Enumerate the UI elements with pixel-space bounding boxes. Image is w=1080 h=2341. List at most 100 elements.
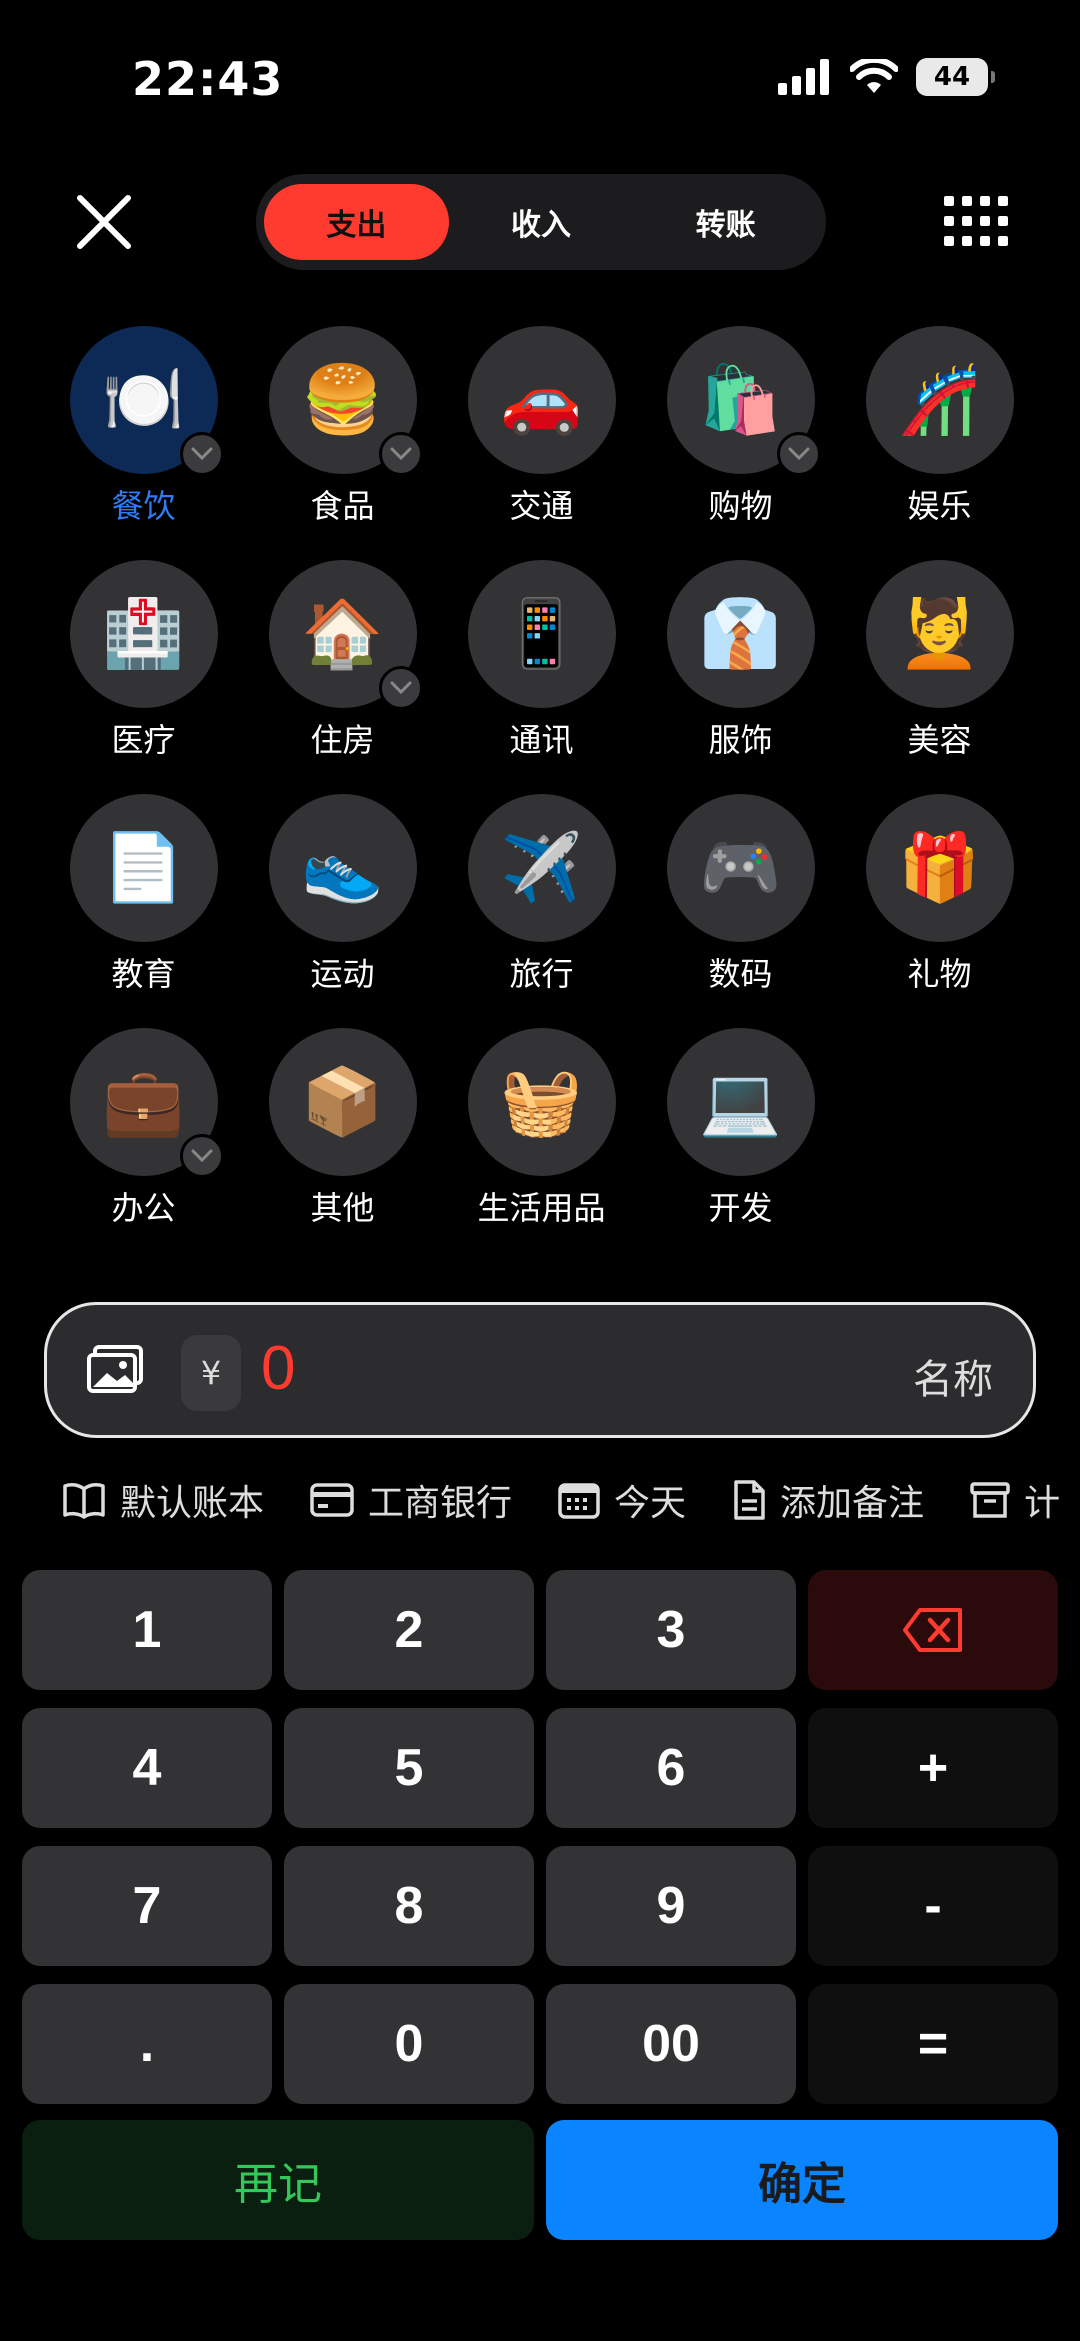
category-icon: 💼: [69, 1028, 224, 1178]
date-option[interactable]: 今天: [558, 1472, 686, 1528]
amount-value: 0: [261, 1334, 296, 1403]
category-emoji-icon: 👔: [699, 595, 782, 672]
chevron-down-icon[interactable]: [179, 1134, 224, 1178]
category-item[interactable]: 📦 其他: [243, 1028, 442, 1228]
key-00[interactable]: 00: [546, 1984, 796, 2104]
category-emoji-icon: 🚗: [500, 361, 583, 438]
category-emoji-icon: 📱: [500, 595, 583, 672]
category-emoji-icon: 📄: [102, 829, 185, 906]
category-item[interactable]: 💻 开发: [641, 1028, 840, 1228]
chevron-down-icon[interactable]: [378, 666, 423, 710]
type-segmented-control: 支出 收入 转账: [256, 174, 826, 270]
key-6[interactable]: 6: [546, 1708, 796, 1828]
options-row: 默认账本 工商银行 今天 添加备注 计: [62, 1472, 1080, 1528]
category-emoji-icon: 🏥: [102, 595, 185, 672]
key-minus[interactable]: -: [808, 1846, 1058, 1966]
category-label: 交通: [509, 487, 574, 525]
more-label: 计: [1024, 1483, 1061, 1524]
category-icon: 🎁: [865, 794, 1014, 942]
amount-input-box[interactable]: ¥ 0 名称: [44, 1302, 1036, 1438]
key-equals[interactable]: =: [808, 1984, 1058, 2104]
status-icons: 44: [778, 58, 995, 96]
key-5[interactable]: 5: [284, 1708, 534, 1828]
key-0[interactable]: 0: [284, 1984, 534, 2104]
category-label: 运动: [310, 955, 375, 993]
category-label: 礼物: [907, 955, 972, 993]
record-again-button[interactable]: 再记: [22, 2120, 534, 2240]
category-item[interactable]: 🍽️ 餐饮: [44, 326, 243, 526]
category-item[interactable]: 📱 通讯: [442, 560, 641, 760]
category-item[interactable]: 🏠 住房: [243, 560, 442, 760]
date-label: 今天: [614, 1483, 687, 1524]
category-label: 服饰: [708, 721, 773, 759]
category-icon: ✈️: [467, 794, 616, 942]
category-item[interactable]: 📄 教育: [44, 794, 243, 994]
name-field[interactable]: 名称: [913, 1347, 993, 1405]
archive-icon: [970, 1482, 1010, 1518]
category-item[interactable]: 💆 美容: [840, 560, 1039, 760]
chevron-down-icon[interactable]: [776, 432, 821, 476]
key-8[interactable]: 8: [284, 1846, 534, 1966]
book-option[interactable]: 默认账本: [62, 1472, 264, 1528]
tab-transfer[interactable]: 转账: [633, 184, 818, 260]
chevron-down-icon[interactable]: [378, 432, 423, 476]
category-icon: 📄: [69, 794, 218, 942]
category-icon: 🍔: [268, 326, 423, 476]
key-7[interactable]: 7: [22, 1846, 272, 1966]
backspace-button[interactable]: [808, 1570, 1058, 1690]
key-3[interactable]: 3: [546, 1570, 796, 1690]
confirm-button[interactable]: 确定: [546, 2120, 1058, 2240]
category-label: 办公: [111, 1189, 176, 1227]
category-label: 旅行: [509, 955, 574, 993]
category-item[interactable]: 🎮 数码: [641, 794, 840, 994]
grid-menu-icon[interactable]: [944, 196, 1008, 246]
category-icon: 💻: [666, 1028, 815, 1176]
backspace-icon: [903, 1608, 962, 1652]
currency-badge[interactable]: ¥: [181, 1335, 241, 1411]
category-label: 其他: [310, 1189, 375, 1227]
calendar-icon: [558, 1483, 600, 1519]
category-item[interactable]: 🍔 食品: [243, 326, 442, 526]
category-label: 医疗: [111, 721, 176, 759]
image-picker-icon[interactable]: [87, 1345, 143, 1393]
category-icon: 🎢: [865, 326, 1014, 474]
category-label: 住房: [310, 721, 375, 759]
note-option[interactable]: 添加备注: [732, 1472, 924, 1528]
key-1[interactable]: 1: [22, 1570, 272, 1690]
category-item[interactable]: 🛍️ 购物: [641, 326, 840, 526]
key-9[interactable]: 9: [546, 1846, 796, 1966]
category-item[interactable]: 🏥 医疗: [44, 560, 243, 760]
key-plus[interactable]: +: [808, 1708, 1058, 1828]
category-icon: 🚗: [467, 326, 616, 474]
category-emoji-icon: 🎮: [699, 829, 782, 906]
category-item[interactable]: 🚗 交通: [442, 326, 641, 526]
category-label: 美容: [907, 721, 972, 759]
category-item[interactable]: 💼 办公: [44, 1028, 243, 1228]
key-dot[interactable]: .: [22, 1984, 272, 2104]
category-item[interactable]: 🧺 生活用品: [442, 1028, 641, 1228]
more-option[interactable]: 计: [970, 1472, 1060, 1528]
tab-income[interactable]: 收入: [449, 184, 634, 260]
category-item[interactable]: 👟 运动: [243, 794, 442, 994]
category-icon: 🍽️: [69, 326, 224, 476]
key-2[interactable]: 2: [284, 1570, 534, 1690]
note-icon: [734, 1480, 765, 1520]
category-item[interactable]: 🎢 娱乐: [840, 326, 1039, 526]
category-item[interactable]: ✈️ 旅行: [442, 794, 641, 994]
account-option[interactable]: 工商银行: [310, 1472, 512, 1528]
category-icon: 👟: [268, 794, 417, 942]
chevron-down-icon[interactable]: [179, 432, 224, 476]
category-item[interactable]: 🎁 礼物: [840, 794, 1039, 994]
category-item[interactable]: 👔 服饰: [641, 560, 840, 760]
category-emoji-icon: 💆: [898, 595, 981, 672]
book-icon: [63, 1483, 105, 1519]
wifi-icon: [850, 59, 898, 93]
category-label: 生活用品: [477, 1189, 606, 1227]
category-label: 数码: [708, 955, 773, 993]
category-emoji-icon: 🛍️: [699, 361, 782, 438]
tab-expense[interactable]: 支出: [264, 184, 449, 260]
key-4[interactable]: 4: [22, 1708, 272, 1828]
category-emoji-icon: 🎢: [898, 361, 981, 438]
close-icon[interactable]: [72, 190, 136, 254]
category-icon: 🏠: [268, 560, 423, 710]
